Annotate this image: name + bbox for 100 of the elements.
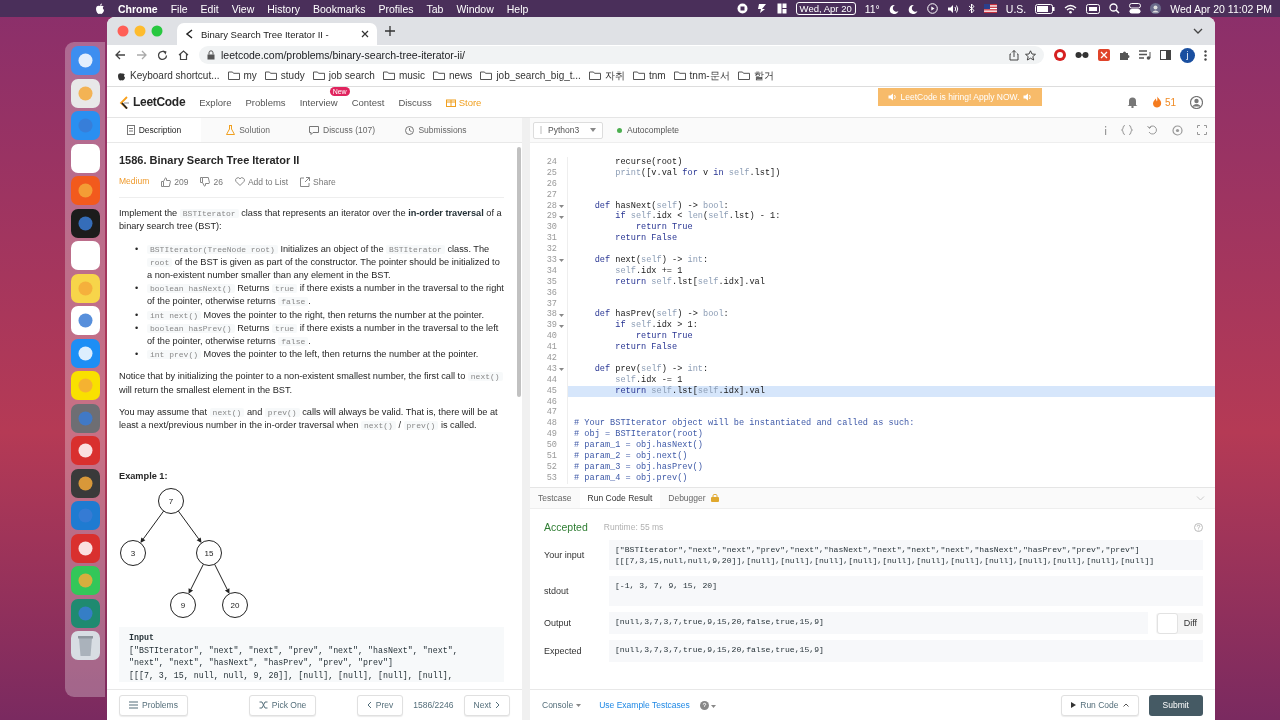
problems-button[interactable]: Problems [119, 694, 188, 716]
more-icon[interactable] [1204, 49, 1207, 61]
menu-clock[interactable]: Wed Apr 20 11:02 PM [1170, 2, 1272, 15]
help-icon[interactable] [699, 700, 716, 710]
app-icon[interactable] [70, 371, 100, 400]
bookmark[interactable]: Keyboard shortcut... [117, 70, 220, 81]
dislike-button[interactable]: 26 [200, 176, 223, 187]
window-controls-icon[interactable] [117, 25, 163, 37]
browser-tab[interactable]: Binary Search Tree Iterator II - [177, 23, 377, 45]
trash-icon[interactable] [70, 631, 100, 660]
settings-icon[interactable] [1172, 124, 1183, 136]
date-badge[interactable]: Wed, Apr 20 [795, 2, 856, 15]
share-button[interactable]: Share [300, 176, 336, 187]
bell-icon[interactable] [1126, 96, 1138, 108]
moon-icon[interactable] [907, 3, 918, 14]
avatar-icon[interactable] [1150, 3, 1162, 14]
add-to-list-button[interactable]: Add to List [234, 176, 289, 187]
app-icon[interactable] [70, 46, 100, 75]
result-tab[interactable]: Debugger [660, 488, 728, 508]
puzzle-icon[interactable] [1119, 49, 1130, 61]
bookmark[interactable]: study [264, 70, 305, 81]
play-icon[interactable] [926, 3, 938, 14]
moon-icon[interactable] [888, 3, 899, 14]
app-icon[interactable] [70, 533, 100, 563]
language-select[interactable]: Python3 [533, 121, 603, 139]
panel-tab[interactable]: Description [107, 118, 201, 142]
star-icon[interactable] [1025, 49, 1036, 61]
menu-item[interactable]: Tab [426, 2, 444, 15]
menu-item[interactable]: Window [456, 2, 494, 15]
autocomplete-toggle[interactable]: Autocomplete [617, 125, 679, 135]
panel-tab[interactable]: Submissions [389, 118, 483, 142]
submit-button[interactable]: Submit [1148, 694, 1203, 716]
bookmark[interactable]: music [382, 70, 425, 81]
bookmark[interactable]: job_search_big_t... [480, 70, 581, 81]
bookmark[interactable]: 할거 [737, 68, 774, 83]
pick-one-button[interactable]: Pick One [248, 694, 317, 716]
diff-toggle[interactable]: Diff [1155, 612, 1203, 634]
reset-icon[interactable] [1147, 125, 1158, 135]
nav-link[interactable]: Interview [299, 96, 338, 108]
panel-tab[interactable]: Discuss (107) [295, 118, 389, 142]
menu-item[interactable]: File [170, 2, 188, 15]
example-testcases-link[interactable]: Use Example Testcases [599, 700, 690, 710]
menu-item[interactable]: Profiles [378, 2, 414, 15]
console-button[interactable]: Console [542, 700, 582, 710]
menu-item[interactable]: View [231, 2, 255, 15]
bookmark[interactable]: news [433, 70, 473, 81]
bookmark[interactable]: 자취 [588, 68, 625, 83]
menu-item[interactable]: Edit [200, 2, 219, 15]
bookmark[interactable]: job search [312, 70, 375, 81]
fold-arrow-icon[interactable] [559, 366, 564, 373]
extension-icon[interactable] [1098, 49, 1110, 61]
menu-item[interactable]: Help [506, 2, 529, 15]
lightning-icon[interactable] [756, 3, 768, 14]
fullscreen-icon[interactable] [1197, 125, 1207, 135]
user-icon[interactable] [1190, 95, 1203, 109]
result-tab[interactable]: Testcase [530, 488, 580, 508]
search-icon[interactable] [1109, 3, 1121, 14]
wifi-icon[interactable] [1064, 3, 1078, 14]
site-logo[interactable]: LeetCode [119, 95, 186, 109]
info-icon[interactable] [1104, 125, 1107, 135]
bookmark[interactable]: my [227, 70, 257, 81]
like-button[interactable]: 209 [161, 176, 189, 187]
chevron-down-icon[interactable] [1193, 28, 1203, 34]
share-icon[interactable] [1009, 49, 1019, 61]
reload-icon[interactable] [157, 49, 168, 61]
forward-icon[interactable] [136, 50, 147, 60]
playlist-icon[interactable] [1139, 50, 1151, 60]
next-button[interactable]: Next [463, 694, 510, 716]
glasses-icon[interactable] [1075, 51, 1089, 59]
close-icon[interactable] [361, 30, 369, 38]
weather-reading[interactable]: 11° [864, 2, 880, 15]
sidebar-icon[interactable] [1160, 50, 1171, 60]
bookmark[interactable]: tnm [632, 70, 666, 81]
nav-link[interactable]: Problems [245, 96, 286, 108]
app-icon[interactable] [70, 468, 100, 498]
extension-icon[interactable] [1054, 49, 1066, 61]
app-icon[interactable] [70, 338, 100, 368]
input-source[interactable]: U.S. [1005, 2, 1027, 15]
battery-icon[interactable] [1035, 3, 1056, 14]
app-icon[interactable] [70, 436, 100, 465]
nav-link[interactable]: Contest [351, 96, 385, 108]
braces-icon[interactable] [1121, 125, 1133, 135]
app-icon[interactable] [70, 273, 100, 303]
fold-arrow-icon[interactable] [559, 257, 564, 264]
bluetooth-icon[interactable] [967, 3, 975, 14]
back-icon[interactable] [115, 50, 126, 60]
app-icon[interactable] [70, 306, 100, 335]
nav-link[interactable]: Explore [199, 96, 232, 108]
app-icon[interactable] [70, 241, 100, 270]
prev-button[interactable]: Prev [356, 694, 404, 716]
record-icon[interactable] [736, 3, 748, 14]
home-icon[interactable] [178, 50, 189, 60]
app-icon[interactable] [70, 143, 100, 173]
address-bar[interactable]: leetcode.com/problems/binary-search-tree-iterator-ii/ [199, 46, 1044, 64]
volume-icon[interactable] [946, 3, 959, 14]
nav-link[interactable]: Discuss [398, 96, 432, 108]
panel-tab[interactable]: Solution [201, 118, 295, 142]
menu-item[interactable]: Chrome [118, 2, 158, 15]
profile-avatar[interactable]: j [1180, 47, 1195, 63]
app-icon[interactable] [70, 208, 100, 238]
